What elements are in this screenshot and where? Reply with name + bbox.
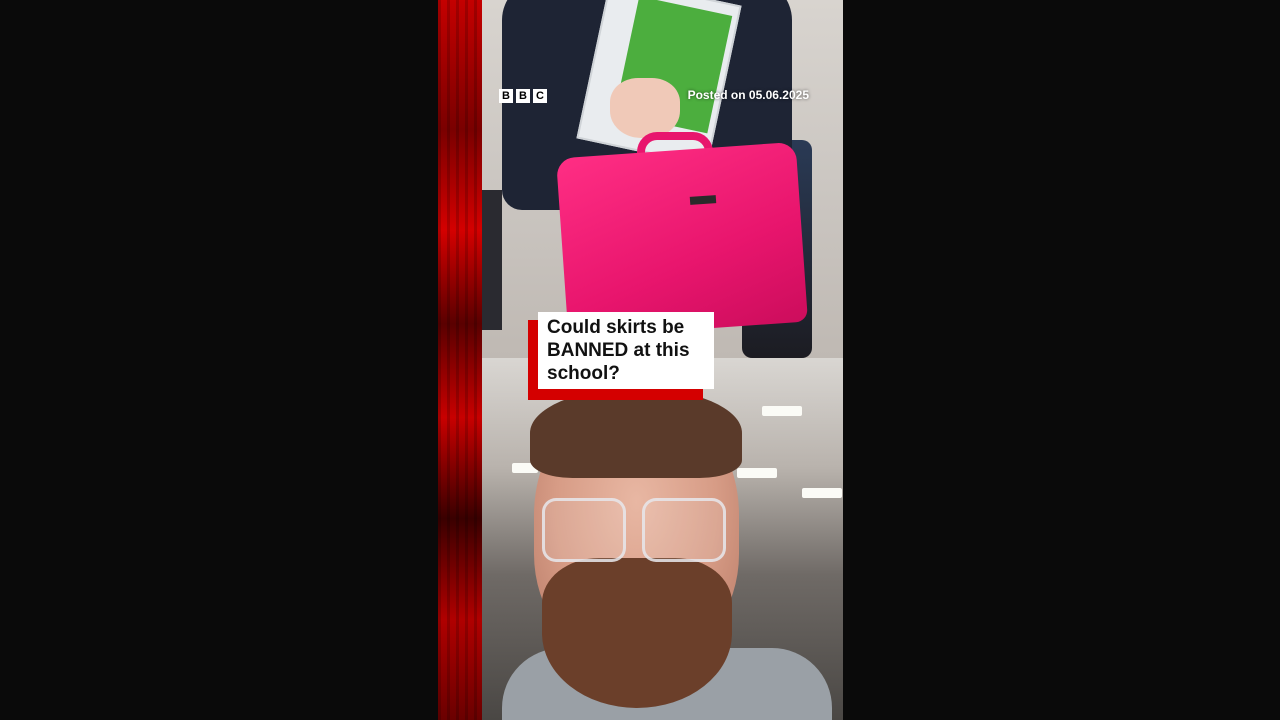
red-side-strip xyxy=(438,0,482,720)
student-hand xyxy=(610,78,680,138)
background-person-legs xyxy=(482,190,502,330)
bbc-logo-letter-2: B xyxy=(516,89,530,103)
ceiling-light xyxy=(762,406,802,416)
headline-box: Could skirts be BANNED at this school? xyxy=(538,312,714,389)
bbc-logo-letter-3: C xyxy=(533,89,547,103)
bbc-logo-letter-1: B xyxy=(499,89,513,103)
page-background: B B C Posted on 05.06.2025 Could skirts … xyxy=(0,0,1280,720)
presenter-beard xyxy=(542,558,732,708)
ceiling-light xyxy=(802,488,842,498)
posted-date: Posted on 05.06.2025 xyxy=(687,88,809,102)
glasses-right-lens xyxy=(642,498,726,562)
top-photo-panel xyxy=(482,0,843,358)
pink-bag xyxy=(556,141,808,339)
presenter-hair xyxy=(530,388,742,478)
glasses-left-lens xyxy=(542,498,626,562)
bbc-logo: B B C xyxy=(499,89,547,103)
ceiling-light xyxy=(737,468,777,478)
presenter-panel xyxy=(482,358,843,720)
headline-text: Could skirts be BANNED at this school? xyxy=(547,317,690,384)
